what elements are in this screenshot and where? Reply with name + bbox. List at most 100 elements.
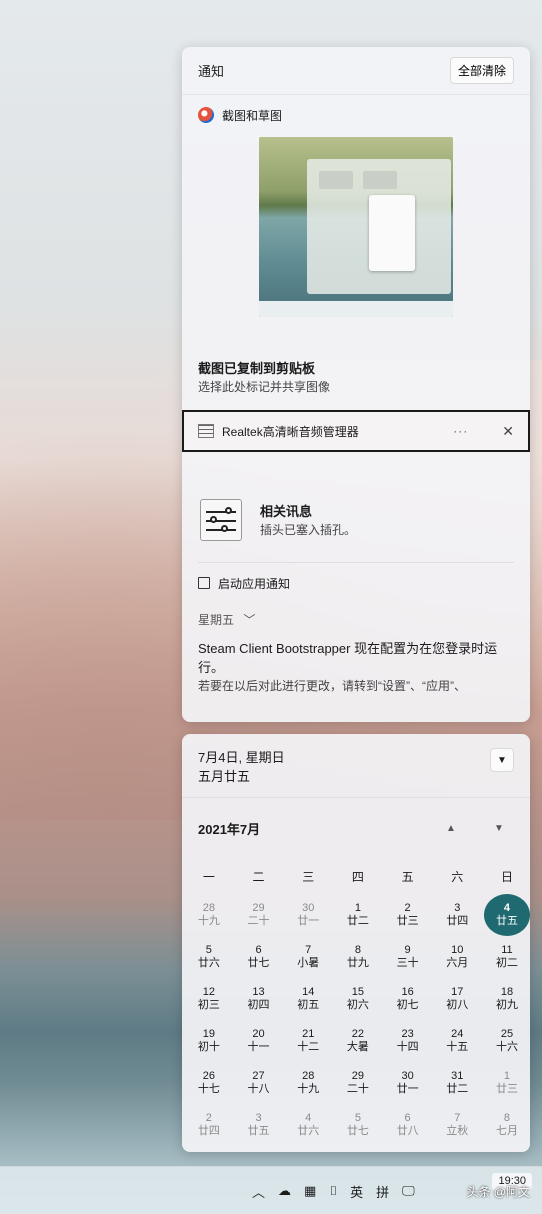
- calendar-day[interactable]: 28 十九: [283, 1062, 333, 1104]
- snip-notification[interactable]: 截图和草图 截图已复制到剪贴板 选择此处标记并共享图像: [182, 95, 530, 396]
- calendar-day[interactable]: 3 廿五: [234, 1104, 284, 1146]
- day-number: 24: [451, 1028, 464, 1040]
- lunar-day: 大暑: [346, 1041, 369, 1053]
- calendar-day[interactable]: 15 初六: [333, 978, 383, 1020]
- calendar-day[interactable]: 19 初十: [184, 1020, 234, 1062]
- calendar-day[interactable]: 17 初八: [432, 978, 482, 1020]
- day-number: 2: [205, 1112, 212, 1124]
- lunar-day: 初十: [197, 1041, 220, 1053]
- calendar-day[interactable]: 26 十七: [184, 1062, 234, 1104]
- calendar-day[interactable]: 2 廿三: [383, 894, 433, 936]
- day-number: 17: [451, 986, 464, 998]
- calendar-day[interactable]: 6 廿八: [383, 1104, 433, 1146]
- month-label[interactable]: 2021年7月: [198, 819, 418, 838]
- calendar-day[interactable]: 8 七月: [482, 1104, 532, 1146]
- calendar-day[interactable]: 29 二十: [234, 894, 284, 936]
- calendar-day[interactable]: 1 廿二: [333, 894, 383, 936]
- chevron-up-icon[interactable]: ︿: [252, 1182, 265, 1201]
- screenshot-thumbnail[interactable]: [259, 137, 453, 317]
- thumbnail-context-menu: [369, 195, 415, 271]
- usb-icon[interactable]: ⌷: [329, 1183, 337, 1199]
- day-number: 8: [354, 944, 361, 956]
- lunar-day: 廿八: [396, 1125, 419, 1137]
- calendar-day[interactable]: 7 立秋: [432, 1104, 482, 1146]
- calendar-day[interactable]: 31 廿二: [432, 1062, 482, 1104]
- day-number: 15: [351, 986, 365, 998]
- calendar-day[interactable]: 20 十一: [234, 1020, 284, 1062]
- calendar-day[interactable]: 5 廿七: [333, 1104, 383, 1146]
- calendar-day[interactable]: 8 廿九: [333, 936, 383, 978]
- calendar-day[interactable]: 9 三十: [383, 936, 433, 978]
- calendar-day[interactable]: 12 初三: [184, 978, 234, 1020]
- calendar-day[interactable]: 22 大暑: [333, 1020, 383, 1062]
- day-number: 28: [202, 902, 215, 914]
- ime-mode[interactable]: 拼: [376, 1182, 389, 1201]
- chevron-down-icon: ﹀: [243, 613, 256, 627]
- grid-app-icon[interactable]: ▦: [304, 1183, 316, 1199]
- calendar-day[interactable]: 30 廿一: [283, 894, 333, 936]
- day-number: 6: [255, 944, 262, 956]
- next-month-button[interactable]: ▼: [484, 823, 514, 834]
- lunar-day: 廿一: [297, 915, 320, 927]
- lunar-day: 初六: [346, 999, 369, 1011]
- day-number: 6: [404, 1112, 411, 1124]
- calendar-day[interactable]: 14 初五: [283, 978, 333, 1020]
- steam-subtitle: 若要在以后对此进行更改，请转到“设置”、“应用”、: [198, 679, 466, 693]
- calendar-day[interactable]: 28 十九: [184, 894, 234, 936]
- day-number: 10: [451, 944, 464, 956]
- lunar-day: 廿六: [297, 1125, 320, 1137]
- lunar-day: 廿五: [495, 915, 518, 927]
- lunar-day: 二十: [247, 915, 270, 927]
- calendar-day[interactable]: 29 二十: [333, 1062, 383, 1104]
- weekday-header: 三: [302, 869, 315, 884]
- day-number: 8: [503, 1112, 511, 1124]
- network-icon[interactable]: 🖵: [402, 1183, 415, 1199]
- calendar-day[interactable]: 1 廿三: [482, 1062, 532, 1104]
- day-number: 2: [404, 902, 411, 914]
- steam-title: Steam Client Bootstrapper 现在配置为在您登录时运行。: [198, 641, 498, 675]
- weekday-header: 四: [351, 869, 364, 884]
- calendar-day[interactable]: 16 初七: [383, 978, 433, 1020]
- more-options-button[interactable]: ···: [453, 424, 468, 438]
- snip-app-name: 截图和草图: [222, 108, 283, 123]
- calendar-day[interactable]: 3 廿四: [432, 894, 482, 936]
- calendar-day[interactable]: 25 十六: [482, 1020, 532, 1062]
- calendar-day[interactable]: 13 初四: [234, 978, 284, 1020]
- calendar-day[interactable]: 7 小暑: [283, 936, 333, 978]
- lunar-day: 廿三: [396, 915, 419, 927]
- launch-app-notification[interactable]: 启动应用通知: [182, 563, 530, 603]
- day-number: 26: [202, 1070, 215, 1082]
- calendar-day[interactable]: 24 十五: [432, 1020, 482, 1062]
- day-group-header[interactable]: 星期五 ﹀: [182, 603, 530, 633]
- ime-language[interactable]: 英: [350, 1182, 363, 1201]
- day-number: 5: [354, 1112, 361, 1124]
- calendar-day[interactable]: 11 初二: [482, 936, 532, 978]
- lunar-day: 三十: [396, 957, 419, 969]
- snip-title: 截图已复制到剪贴板: [198, 361, 316, 376]
- app-window-icon: [198, 577, 210, 589]
- realtek-notification[interactable]: 相关讯息 插头已塞入插孔。: [182, 452, 530, 562]
- calendar-day[interactable]: 23 十四: [383, 1020, 433, 1062]
- calendar-day[interactable]: 10 六月: [432, 936, 482, 978]
- collapse-calendar-button[interactable]: ▼: [490, 748, 514, 772]
- realtek-app-row[interactable]: Realtek高清晰音频管理器 ··· ✕: [182, 410, 530, 452]
- calendar-day[interactable]: 30 廿一: [383, 1062, 433, 1104]
- calendar-day[interactable]: 2 廿四: [184, 1104, 234, 1146]
- calendar-day[interactable]: 21 十二: [283, 1020, 333, 1062]
- calendar-day[interactable]: 5 廿六: [184, 936, 234, 978]
- day-number: 5: [205, 944, 212, 956]
- notification-header: 通知 全部清除: [182, 47, 530, 95]
- calendar-day[interactable]: 27 十八: [234, 1062, 284, 1104]
- clear-all-button[interactable]: 全部清除: [449, 57, 514, 84]
- calendar-day[interactable]: 6 廿七: [234, 936, 284, 978]
- cloud-icon[interactable]: ☁: [278, 1183, 291, 1199]
- steam-notification[interactable]: Steam Client Bootstrapper 现在配置为在您登录时运行。 …: [182, 633, 530, 695]
- previous-month-button[interactable]: ▲: [436, 823, 466, 834]
- lunar-day: 十六: [495, 1041, 518, 1053]
- calendar-day[interactable]: 4 廿六: [283, 1104, 333, 1146]
- calendar-day[interactable]: 18 初九: [482, 978, 532, 1020]
- close-icon[interactable]: ✕: [502, 423, 514, 440]
- weekday-header: 二: [252, 869, 265, 884]
- calendar-day-today[interactable]: 4 廿五: [482, 894, 532, 936]
- day-number: 31: [451, 1070, 464, 1082]
